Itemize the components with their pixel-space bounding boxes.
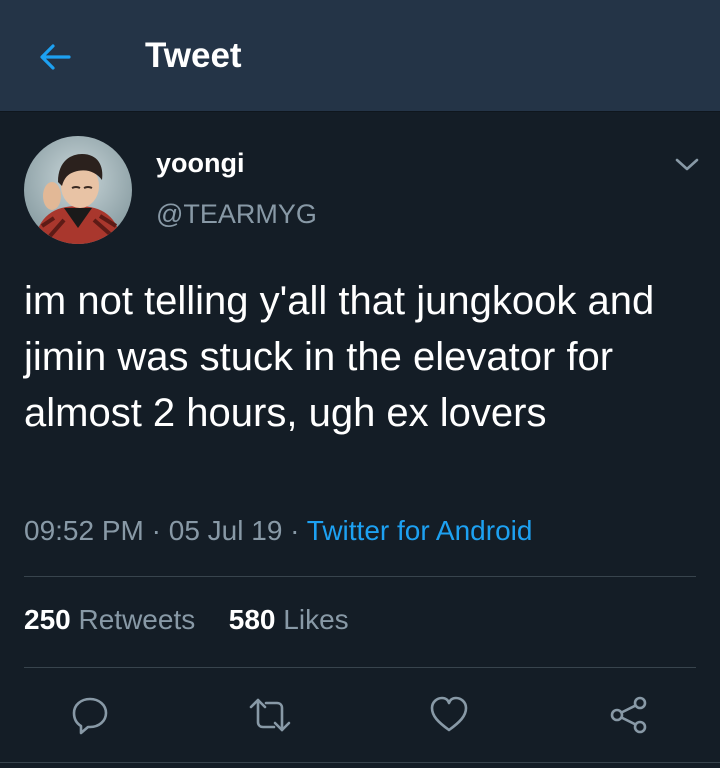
tweet-actions (0, 690, 720, 742)
like-icon (430, 696, 468, 732)
app-bar: Tweet (0, 0, 720, 112)
likes-label[interactable]: Likes (283, 604, 348, 635)
tweet-meta: 09:52 PM · 05 Jul 19 · Twitter for Andro… (24, 515, 532, 547)
page-title: Tweet (145, 36, 242, 75)
retweet-button[interactable] (245, 690, 295, 740)
retweets-count[interactable]: 250 (24, 604, 71, 635)
retweet-icon (249, 698, 291, 732)
avatar[interactable] (24, 136, 132, 244)
like-button[interactable] (424, 690, 474, 740)
back-button[interactable] (30, 32, 80, 82)
more-options-button[interactable] (670, 150, 704, 180)
reply-icon (72, 697, 108, 735)
back-arrow-icon (40, 44, 71, 70)
share-icon (610, 696, 647, 734)
meta-separator: · (282, 515, 307, 546)
likes-count[interactable]: 580 (229, 604, 276, 635)
tweet-date: 05 Jul 19 (168, 515, 283, 546)
share-button[interactable] (604, 690, 654, 740)
divider (24, 667, 696, 668)
tweet-stats: 250 Retweets 580 Likes (24, 604, 349, 636)
profile-photo (24, 136, 132, 244)
divider (24, 576, 696, 577)
user-handle[interactable]: @TEARMYG (156, 199, 317, 230)
reply-button[interactable] (65, 690, 115, 740)
meta-separator: · (143, 515, 169, 546)
display-name[interactable]: yoongi (156, 148, 245, 179)
tweet-time: 09:52 PM (24, 515, 144, 546)
retweets-label[interactable]: Retweets (79, 604, 196, 635)
divider (0, 762, 720, 763)
chevron-down-icon (675, 158, 699, 171)
tweet-source-link[interactable]: Twitter for Android (307, 515, 533, 546)
tweet-text: im not telling y'all that jungkook and j… (24, 279, 655, 435)
